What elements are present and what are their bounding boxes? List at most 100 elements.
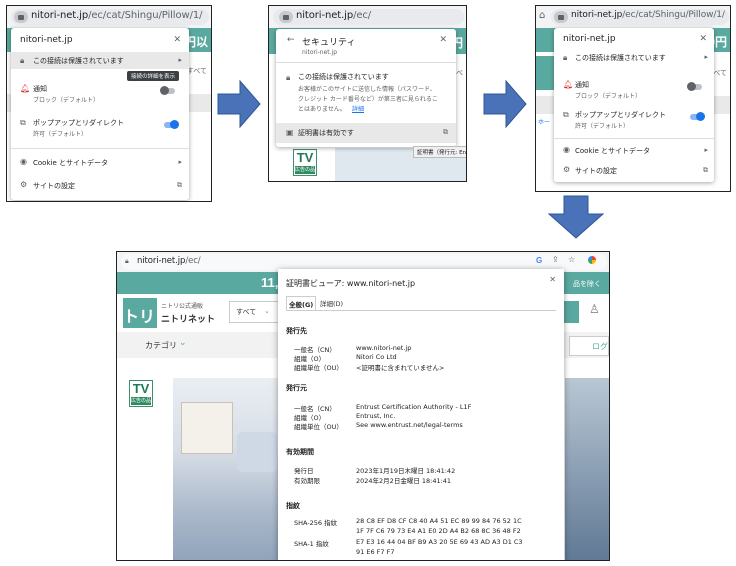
notifications-label: 通知	[575, 81, 589, 89]
fingerprint-heading: 指紋	[286, 502, 300, 510]
tab-general[interactable]: 全般(G)	[286, 296, 316, 310]
popups-toggle[interactable]	[164, 120, 179, 129]
lock-icon[interactable]	[554, 11, 568, 23]
tv-label: TV	[296, 150, 314, 165]
bg-breadcrumb: ホー	[538, 119, 551, 126]
account-icon[interactable]: ♙	[589, 302, 600, 316]
popup-header: nitori-net.jp ✕	[11, 34, 189, 48]
panel-subtitle: nitori-net.jp	[302, 49, 338, 56]
close-icon[interactable]: ✕	[549, 275, 556, 284]
banner-number: 11,	[261, 275, 279, 290]
login-button[interactable]: ログ	[569, 336, 609, 356]
photo-headboard	[181, 402, 233, 454]
chevron-right-icon: ▸	[178, 56, 182, 64]
close-icon[interactable]: ✕	[173, 35, 181, 45]
site-info-popup: nitori-net.jp ✕ 🔒︎ この接続は保護されています ▸ 🔔︎ 通知…	[554, 28, 714, 182]
url-path: /ec/cat/Shingu/Pillow/1/	[88, 10, 203, 21]
notifications-toggle[interactable]	[687, 82, 702, 91]
screenshot-4: 🔒︎ nitori-net.jp/ec/ G ⇪ ☆ 11, 品を除く トリ ニ…	[116, 251, 610, 561]
connection-secure-row[interactable]: 🔒︎ この接続は保護されています ▸	[11, 52, 189, 69]
secure-desc-line: クレジット カード番号など）が第三者に見られるこ	[298, 96, 438, 103]
cookies-row[interactable]: ◉ Cookie とサイトデータ ▸	[11, 156, 189, 170]
tab-divider	[286, 310, 556, 311]
search-scope-label: すべて	[236, 308, 257, 316]
home-icon[interactable]: ⌂	[539, 10, 545, 21]
category-label[interactable]: カテゴリ	[145, 340, 177, 351]
bell-icon: 🔔︎	[20, 84, 31, 93]
address-bar[interactable]: nitori-net.jp/ec/cat/Shingu/Pillow/1/	[7, 6, 211, 28]
field-label: 組織単位（OU）	[294, 423, 343, 431]
right-photo	[565, 378, 609, 560]
gear-icon: ⚙	[563, 165, 571, 174]
secure-desc-line: とはありません。	[298, 106, 346, 113]
close-icon[interactable]: ✕	[439, 35, 447, 45]
cookies-label: Cookie とサイトデータ	[33, 159, 108, 167]
cookies-label: Cookie とサイトデータ	[575, 147, 650, 155]
issued-by-o: Entrust, Inc.	[356, 412, 396, 420]
extension-icon[interactable]	[588, 256, 596, 264]
issued-by-cn: Entrust Certification Authority - L1F	[356, 403, 472, 411]
cert-valid-row[interactable]: ▣ 証明書は有効です ⧉	[276, 123, 456, 143]
details-link[interactable]: 詳細	[352, 104, 364, 113]
connection-secure-label: この接続は保護されています	[33, 57, 124, 65]
sha256-line: 28 C8 EF D8 CF C8 40 A4 51 EC 89 99 84 7…	[356, 517, 522, 525]
search-scope-select[interactable]: すべて ⌄	[229, 301, 279, 323]
popups-toggle[interactable]	[690, 112, 705, 121]
chevron-right-icon: ▸	[704, 53, 708, 61]
lock-icon[interactable]	[14, 11, 28, 23]
url-host: nitori-net.jp	[296, 10, 354, 21]
security-panel: ← セキュリティ nitori-net.jp ✕ 🔒︎ この接続は保護されていま…	[276, 29, 456, 147]
screenshot-1: nitori-net.jp/ec/cat/Shingu/Pillow/1/ 00…	[6, 5, 212, 202]
tab-details[interactable]: 詳細(D)	[320, 298, 343, 308]
url-path: /ec/	[353, 10, 372, 21]
brand-name: ニトリネット	[161, 315, 216, 325]
back-arrow-icon[interactable]: ←	[287, 35, 295, 45]
chevron-right-icon: ▸	[704, 146, 708, 154]
issued-to-cn: www.nitori-net.jp	[356, 344, 412, 352]
lock-icon[interactable]: 🔒︎	[125, 257, 129, 266]
address-bar[interactable]: ⌂ nitori-net.jp/ec/cat/Shingu/Pillow/1/	[536, 6, 730, 28]
lock-icon: 🔒︎	[286, 73, 291, 82]
site-name: nitori-net.jp	[20, 35, 73, 45]
site-settings-label: サイトの設定	[33, 182, 75, 190]
chevron-right-icon: ▸	[178, 158, 182, 166]
tv-label: TV	[132, 381, 150, 396]
share-icon[interactable]: ⇪	[552, 255, 559, 264]
url-text: nitori-net.jp/ec/cat/Shingu/Pillow/1/	[571, 10, 725, 20]
login-label: ログ	[592, 342, 608, 351]
popups-label: ポップアップとリダイレクト	[575, 111, 666, 119]
notifications-sub: ブロック（デフォルト）	[575, 93, 642, 100]
notifications-sub: ブロック（デフォルト）	[33, 97, 100, 104]
notifications-row: 🔔︎ 通知 ブロック（デフォルト）	[554, 78, 714, 102]
url-host: nitori-net.jp	[571, 10, 623, 20]
brand-sub: ニトリ公式通販	[161, 303, 204, 310]
validity-heading: 有効期間	[286, 448, 314, 456]
secure-title: この接続は保護されています	[298, 73, 389, 81]
popups-sub: 許可（デフォルト）	[575, 123, 630, 130]
notifications-toggle[interactable]	[160, 86, 175, 95]
field-label: 発行日	[294, 467, 314, 475]
address-bar[interactable]: nitori-net.jp/ec/	[269, 6, 466, 28]
cookie-icon: ◉	[563, 145, 570, 154]
site-settings-row[interactable]: ⚙ サイトの設定 ⧉	[11, 179, 189, 193]
bg-logo-block	[536, 56, 554, 90]
url-text: nitori-net.jp/ec/cat/Shingu/Pillow/1/	[31, 10, 202, 21]
issued-to-ou: <証明書に含まれていません>	[356, 364, 445, 372]
issued-on-value: 2023年1月19日木曜日 18:41:42	[356, 467, 456, 475]
lock-icon[interactable]	[279, 11, 293, 23]
external-link-icon: ⧉	[563, 110, 569, 119]
tv-sub-label: 広告の品	[131, 397, 152, 405]
arrow-right-icon	[217, 79, 261, 129]
connection-secure-row[interactable]: 🔒︎ この接続は保護されています ▸	[554, 50, 714, 66]
external-link-icon: ⧉	[443, 128, 448, 136]
url-host: nitori-net.jp	[31, 10, 89, 21]
site-settings-row[interactable]: ⚙ サイトの設定 ⧉	[554, 164, 714, 178]
star-icon[interactable]: ☆	[568, 255, 575, 264]
close-icon[interactable]: ✕	[699, 34, 707, 44]
arrow-right-icon	[483, 79, 527, 129]
cookie-icon: ◉	[20, 157, 27, 166]
cookies-row[interactable]: ◉ Cookie とサイトデータ ▸	[554, 144, 714, 158]
issued-to-heading: 発行先	[286, 327, 307, 335]
google-icon[interactable]: G	[536, 256, 542, 265]
expires-on-value: 2024年2月2日金曜日 18:41:41	[356, 477, 452, 485]
